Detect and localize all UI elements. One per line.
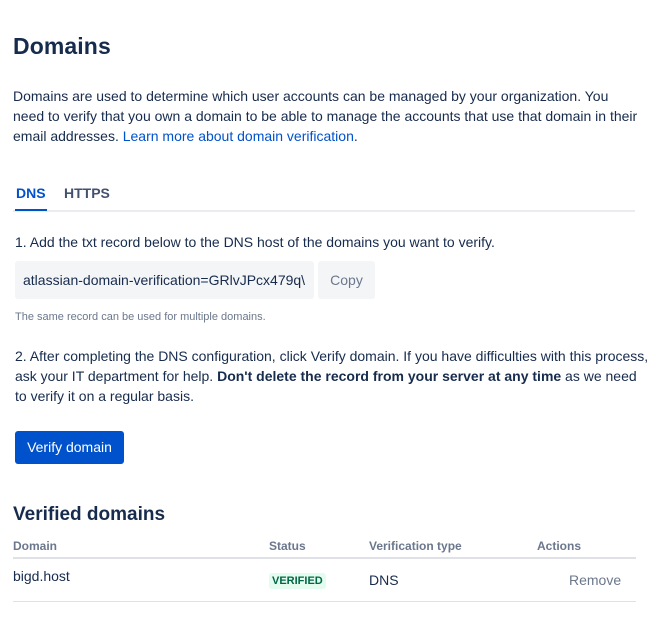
dns-step-2: 2. After completing the DNS configuratio…	[15, 346, 651, 406]
tab-https[interactable]: HTTPS	[64, 185, 110, 207]
learn-more-link[interactable]: Learn more about domain verification	[123, 128, 354, 144]
column-header-verification-type: Verification type	[369, 539, 462, 553]
intro-paragraph: Domains are used to determine which user…	[13, 86, 643, 146]
page-title: Domains	[13, 33, 111, 59]
txt-record-field[interactable]: atlassian-domain-verification=GRlvJPcx47…	[15, 261, 314, 299]
domain-name: bigd.host	[13, 568, 70, 584]
status-badge: VERIFIED	[269, 573, 326, 589]
step2-warning: Don't delete the record from your server…	[217, 368, 562, 384]
column-header-actions: Actions	[537, 539, 582, 553]
dns-step-1: 1. Add the txt record below to the DNS h…	[15, 234, 495, 250]
verify-domain-button[interactable]: Verify domain	[15, 431, 124, 464]
verified-domains-table: Domain Status Verification type Actions …	[13, 536, 636, 602]
domains-page: Domains Domains are used to determine wh…	[0, 0, 656, 617]
verification-type: DNS	[369, 572, 399, 588]
record-helper-text: The same record can be used for multiple…	[15, 311, 266, 323]
table-row: bigd.host VERIFIED DNS Remove	[13, 559, 636, 602]
verified-domains-title: Verified domains	[13, 504, 166, 525]
tab-dns[interactable]: DNS	[15, 185, 47, 211]
column-header-status: Status	[269, 539, 306, 553]
verification-tabs: DNS HTTPS	[13, 185, 635, 212]
copy-button[interactable]: Copy	[318, 261, 375, 299]
column-header-domain: Domain	[13, 539, 58, 553]
table-header: Domain Status Verification type Actions	[13, 536, 636, 559]
remove-button[interactable]: Remove	[569, 572, 621, 588]
intro-suffix: .	[353, 128, 358, 144]
